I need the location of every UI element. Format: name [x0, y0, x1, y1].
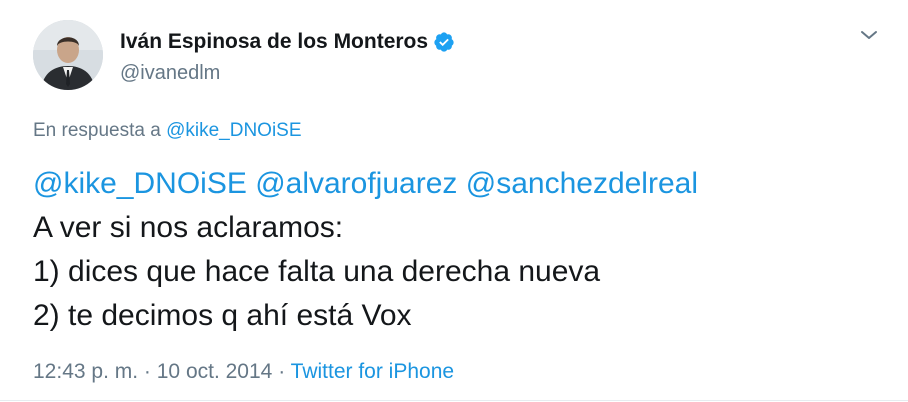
tweet-card: Iván Espinosa de los Monteros @ivanedlm … [0, 0, 908, 402]
reply-target-link[interactable]: @kike_DNOiSE [166, 120, 301, 141]
meta-separator: · [143, 360, 151, 383]
reply-prefix: En respuesta a [33, 120, 161, 141]
mention-link[interactable]: @kike_DNOiSE [33, 167, 247, 200]
tweet-date[interactable]: 10 oct. 2014 [157, 360, 273, 383]
author-name-row: Iván Espinosa de los Monteros [120, 30, 455, 54]
mention-link[interactable]: @alvarofjuarez [255, 167, 457, 200]
tweet-metadata: 12:43 p. m. · 10 oct. 2014 · Twitter for… [33, 360, 454, 384]
tweet-text: @kike_DNOiSE @alvarofjuarez @sanchezdelr… [33, 162, 698, 338]
verified-badge-icon [433, 31, 455, 53]
avatar[interactable] [33, 20, 103, 90]
tweet-time[interactable]: 12:43 p. m. [33, 360, 138, 383]
tweet-text-line: A ver si nos aclaramos: [33, 211, 344, 244]
divider [0, 400, 908, 401]
tweet-source-link[interactable]: Twitter for iPhone [291, 360, 454, 383]
mentions-line: @kike_DNOiSE @alvarofjuarez @sanchezdelr… [33, 162, 698, 206]
mention-link[interactable]: @sanchezdelreal [466, 167, 698, 200]
tweet-text-line: 2) te decimos q ahí está Vox [33, 299, 412, 332]
author-handle[interactable]: @ivanedlm [120, 62, 220, 85]
meta-separator: · [278, 360, 286, 383]
avatar-photo-icon [33, 20, 103, 90]
reply-context: En respuesta a @kike_DNOiSE [33, 120, 302, 142]
author-display-name[interactable]: Iván Espinosa de los Monteros [120, 30, 428, 54]
tweet-text-line: 1) dices que hace falta una derecha nuev… [33, 255, 601, 288]
chevron-down-icon[interactable] [858, 24, 880, 46]
